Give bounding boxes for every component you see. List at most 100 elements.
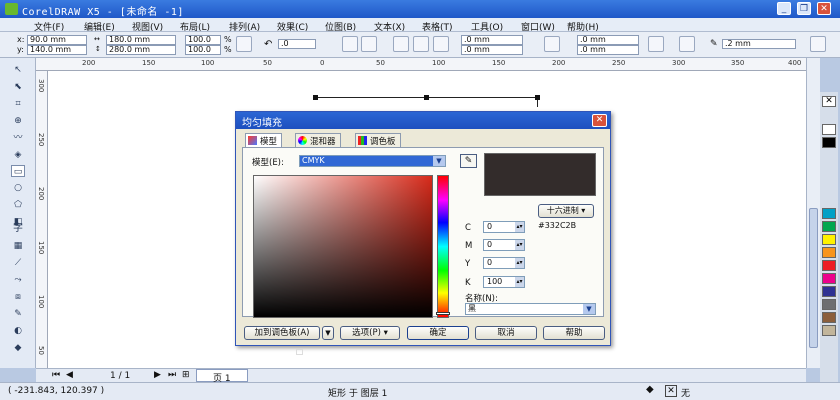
selection-handle[interactable] (313, 95, 318, 100)
smart-fill-tool-icon[interactable]: ◈ (11, 149, 25, 161)
last-page-icon[interactable]: ⏭ (168, 370, 176, 380)
color-swatch[interactable] (822, 286, 836, 297)
corner-radius-4-field[interactable]: .0 mm (577, 45, 639, 55)
page-tab[interactable]: 页 1 (196, 369, 248, 384)
spin-arrows-icon[interactable]: ▴▾ (515, 277, 524, 287)
color-swatch[interactable] (822, 137, 836, 148)
y-input[interactable]: 0 ▴▾ (483, 257, 525, 269)
color-swatch[interactable] (822, 221, 836, 232)
text-tool-icon[interactable]: 字 (11, 223, 25, 235)
rectangle-tool-icon[interactable]: ▭ (11, 165, 25, 177)
connector-tool-icon[interactable]: ⤳ (11, 274, 25, 286)
ruler-tick: 50 (263, 59, 272, 67)
blend-tool-icon[interactable]: ⧈ (11, 291, 25, 303)
model-select[interactable]: CMYK ▼ (299, 155, 446, 167)
selected-rectangle[interactable] (313, 95, 540, 107)
hue-slider-handle[interactable] (436, 312, 450, 315)
color-picker-marker[interactable] (296, 349, 303, 355)
options-button[interactable]: 选项(P) ▾ (340, 326, 400, 340)
color-swatch[interactable] (822, 124, 836, 135)
close-button[interactable]: ✕ (817, 2, 831, 15)
crop-tool-icon[interactable]: ⌗ (11, 98, 25, 110)
tab-model[interactable]: 模型 (245, 133, 283, 148)
selection-handle[interactable] (535, 95, 540, 100)
outline-tool-icon[interactable]: ◐ (11, 325, 25, 337)
corner-radius-1-field[interactable]: .0 mm (461, 35, 523, 45)
ruler-tick: 150 (492, 59, 506, 67)
color-swatch[interactable] (822, 247, 836, 258)
corner-radius-2-field[interactable]: .0 mm (461, 45, 523, 55)
lock-corners-icon[interactable] (544, 36, 560, 52)
color-swatch[interactable] (822, 260, 836, 271)
ruler-tick: 50 (376, 59, 385, 67)
wrap-text-icon[interactable] (679, 36, 695, 52)
color-swatch[interactable] (822, 299, 836, 310)
table-tool-icon[interactable]: ▦ (11, 240, 25, 252)
fill-tool-icon[interactable]: ◆ (11, 342, 25, 354)
chevron-down-icon[interactable]: ▼ (433, 156, 445, 166)
restore-button[interactable]: ❐ (797, 2, 811, 15)
tab-mixer[interactable]: 混和器 (295, 133, 341, 147)
lock-ratio-icon[interactable] (236, 36, 252, 52)
chamfer-corner-icon[interactable] (433, 36, 449, 52)
k-input[interactable]: 100 ▴▾ (483, 276, 525, 288)
corner-radius-3-field[interactable]: .0 mm (577, 35, 639, 45)
scallop-corner-icon[interactable] (413, 36, 429, 52)
pick-tool-icon[interactable]: ↖ (11, 64, 25, 76)
scale-y-field[interactable]: 100.0 (185, 45, 221, 55)
y-position-field[interactable]: 140.0 mm (27, 45, 87, 55)
hex-toggle-button[interactable]: 十六进制 ▾ (538, 204, 594, 218)
minimize-button[interactable]: _ (777, 2, 791, 15)
outline-width-field[interactable]: .2 mm (722, 39, 796, 49)
color-square-picker[interactable] (253, 175, 433, 355)
percent-label: % (224, 45, 232, 54)
add-page-icon[interactable]: ⊞ (182, 370, 190, 380)
color-swatch[interactable] (822, 312, 836, 323)
eyedropper-tool-icon[interactable]: ✎ (11, 308, 25, 320)
zoom-tool-icon[interactable]: ⊕ (11, 115, 25, 127)
scale-x-field[interactable]: 100.0 (185, 35, 221, 45)
add-to-palette-button[interactable]: 加到调色板(A) (244, 326, 320, 340)
ellipse-tool-icon[interactable]: ○ (11, 182, 25, 194)
color-swatch[interactable] (822, 325, 836, 336)
scrollbar-thumb[interactable] (809, 208, 818, 348)
dialog-close-button[interactable]: ✕ (592, 114, 607, 127)
color-swatch[interactable] (822, 234, 836, 245)
color-swatch[interactable] (822, 273, 836, 284)
help-button[interactable]: 帮助 (543, 326, 605, 340)
selection-handle[interactable] (424, 95, 429, 100)
shape-tool-icon[interactable]: ⬉ (11, 81, 25, 93)
ruler-tick: 250 (612, 59, 626, 67)
first-page-icon[interactable]: ⏮ (52, 370, 60, 380)
next-page-icon[interactable]: ▶ (154, 370, 161, 380)
hue-slider[interactable] (436, 175, 450, 318)
no-color-swatch[interactable]: ✕ (822, 96, 836, 107)
tab-palette[interactable]: 调色板 (355, 133, 401, 147)
c-input[interactable]: 0 ▴▾ (483, 221, 525, 233)
add-to-palette-dropdown[interactable]: ▼ (322, 326, 334, 340)
width-field[interactable]: 180.0 mm (106, 35, 176, 45)
mirror-horizontal-icon[interactable] (342, 36, 358, 52)
spin-arrows-icon[interactable]: ▴▾ (515, 222, 524, 232)
ok-button[interactable]: 确定 (407, 326, 469, 340)
vertical-scrollbar[interactable] (806, 58, 820, 368)
relative-corner-scale-icon[interactable] (648, 36, 664, 52)
height-field[interactable]: 280.0 mm (106, 45, 176, 55)
spin-arrows-icon[interactable]: ▴▾ (515, 240, 524, 250)
color-name-select[interactable]: 黑 ▼ (465, 303, 596, 315)
polygon-tool-icon[interactable]: ⬠ (11, 199, 25, 211)
rotation-field[interactable]: .0 (278, 39, 316, 49)
cancel-button[interactable]: 取消 (475, 326, 537, 340)
eyedropper-icon[interactable]: ✎ (460, 154, 477, 168)
freehand-tool-icon[interactable]: 〰 (11, 132, 25, 144)
color-swatch[interactable] (822, 208, 836, 219)
chevron-down-icon[interactable]: ▼ (583, 304, 595, 314)
mirror-vertical-icon[interactable] (361, 36, 377, 52)
m-input[interactable]: 0 ▴▾ (483, 239, 525, 251)
round-corner-icon[interactable] (393, 36, 409, 52)
spin-arrows-icon[interactable]: ▴▾ (515, 258, 524, 268)
prev-page-icon[interactable]: ◀ (66, 370, 73, 380)
dimension-tool-icon[interactable]: ⟋ (11, 257, 25, 269)
x-position-field[interactable]: 90.0 mm (27, 35, 87, 45)
convert-to-curves-icon[interactable] (810, 36, 826, 52)
